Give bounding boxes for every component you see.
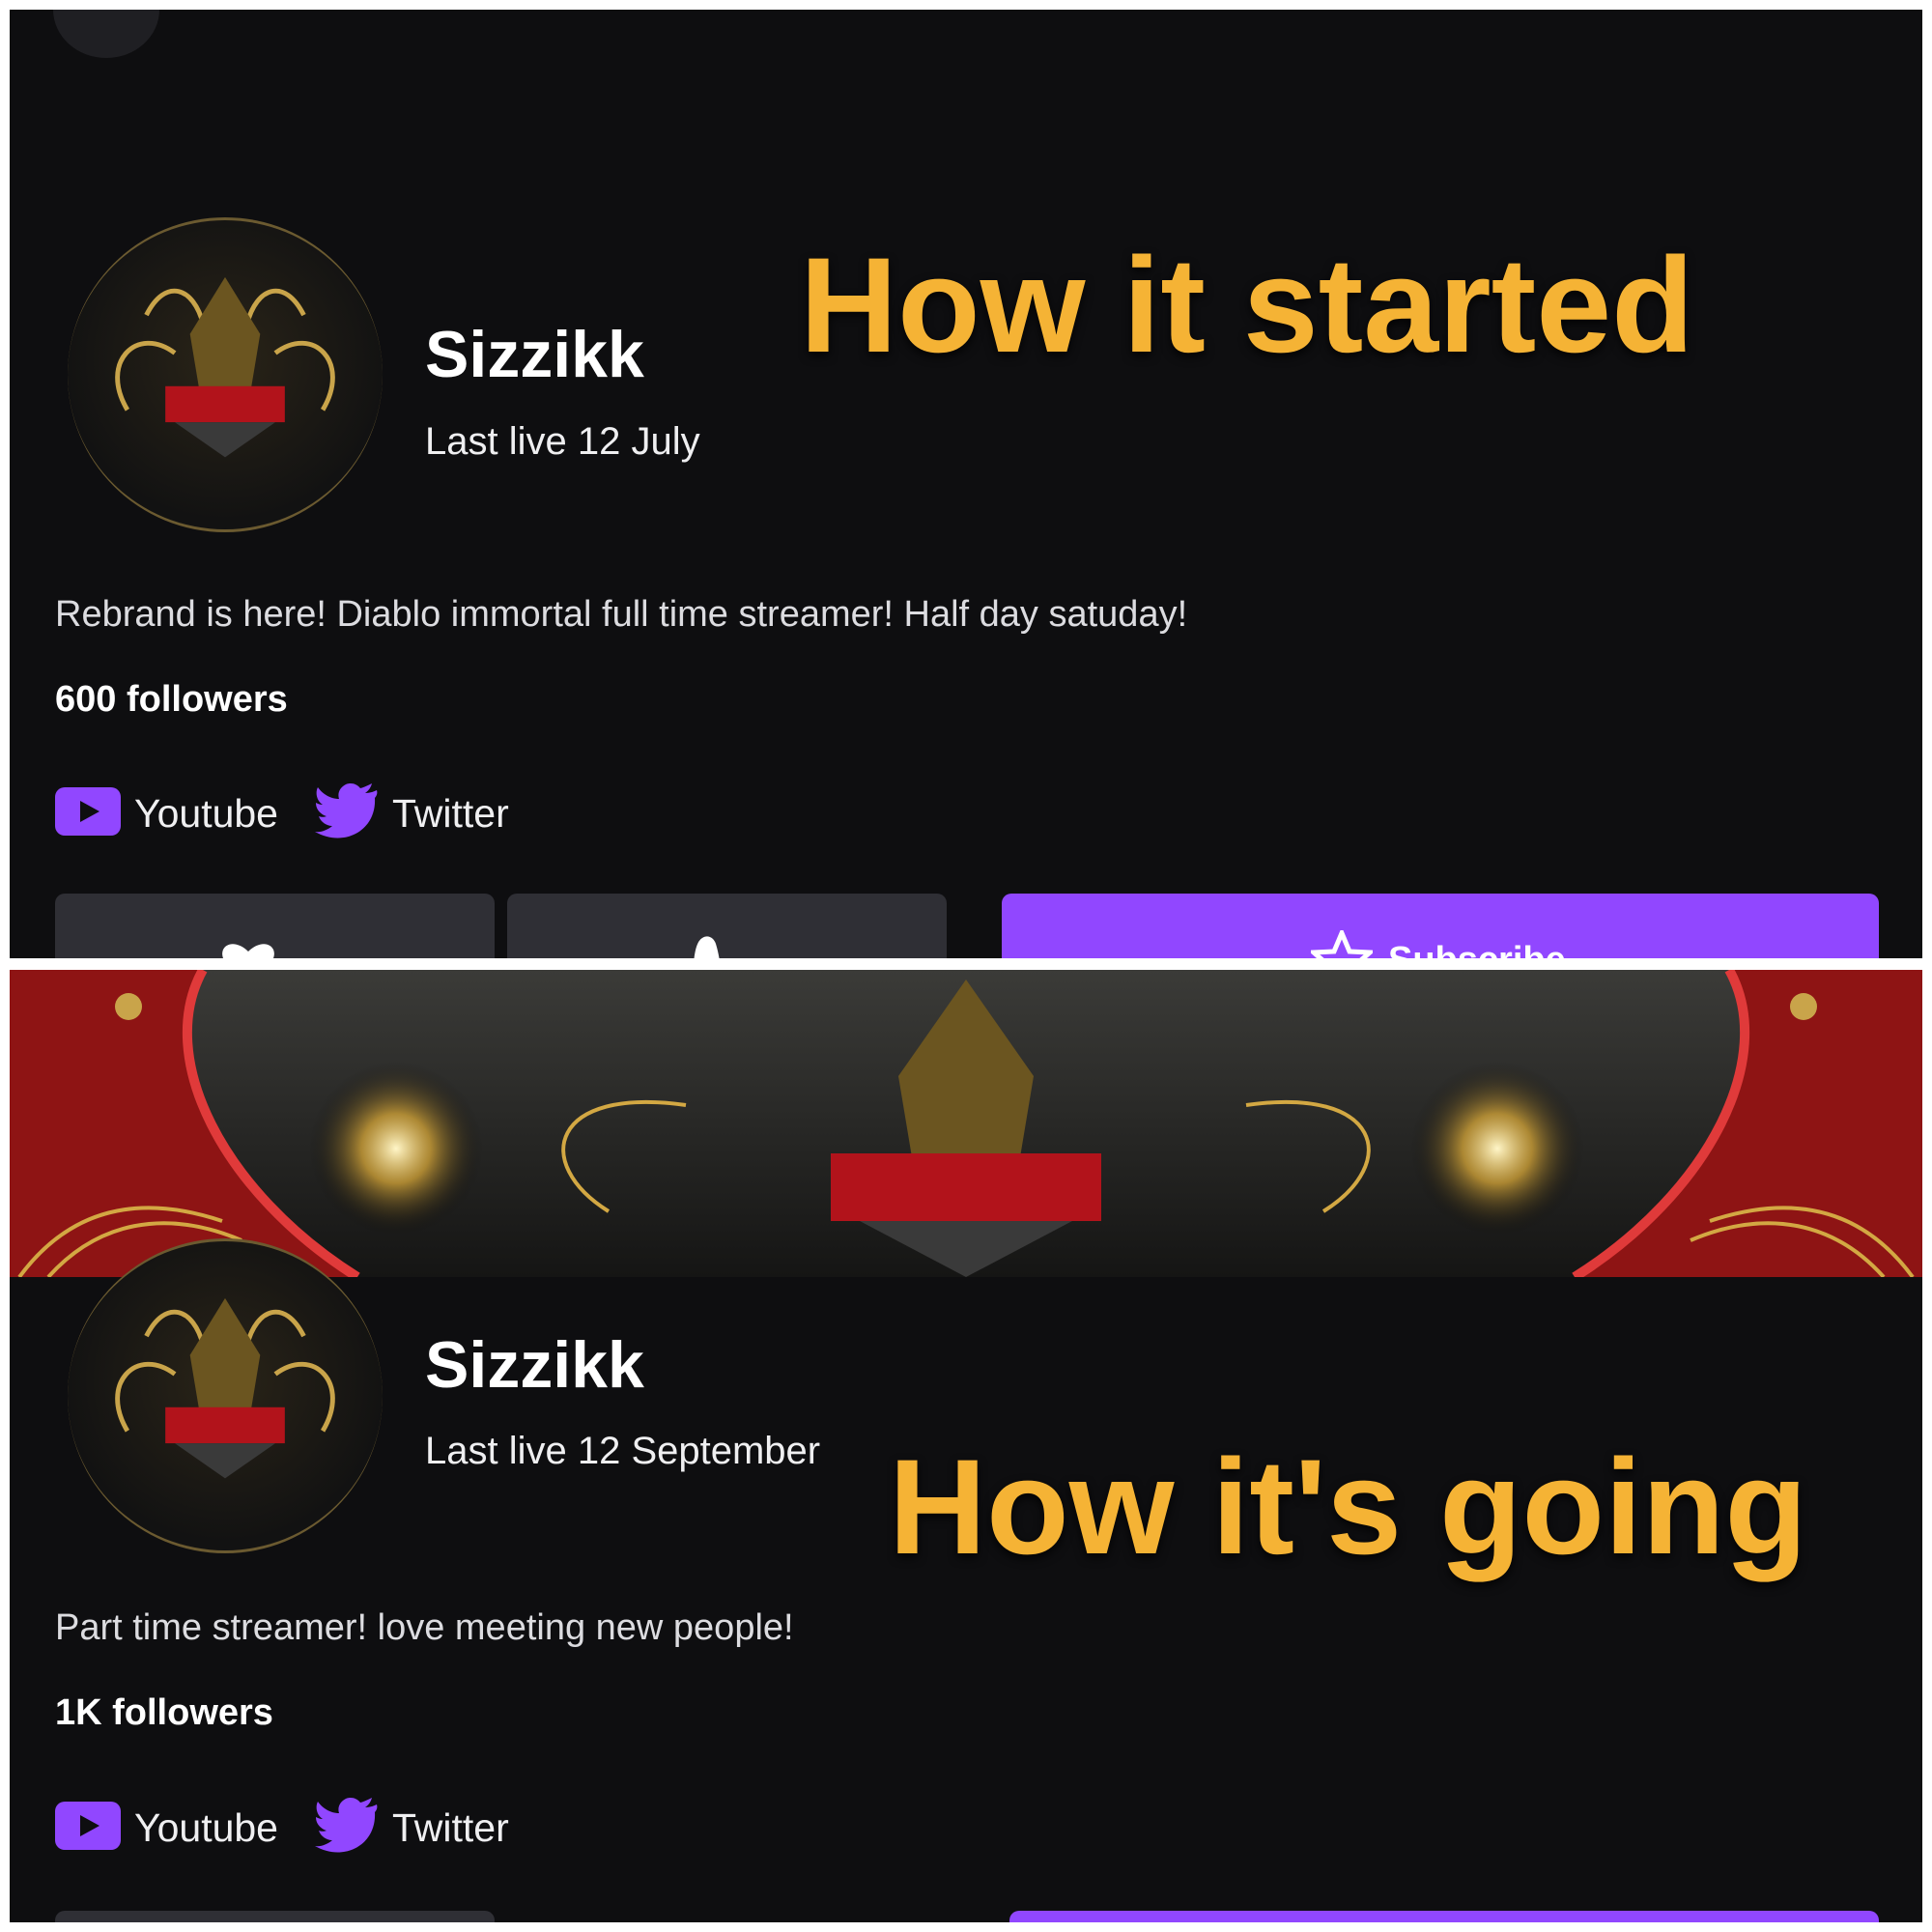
twitter-link[interactable]: Twitter [392,1805,509,1851]
last-live-text: Last live 12 September [425,1430,821,1472]
star-icon [1311,930,1373,958]
youtube-link[interactable]: Youtube [134,791,278,837]
caption-how-it-started: How it started [800,229,1694,381]
heart-icon [222,944,274,958]
twitter-icon[interactable] [315,782,379,845]
profile-panel-before: Sizzikk Last live 12 July How it started… [10,10,1922,958]
follower-count: 1K followers [55,1692,273,1733]
subscribe-button[interactable]: Subscribe [1002,894,1879,958]
avatar[interactable] [68,217,383,532]
youtube-link[interactable]: Youtube [134,1805,278,1851]
youtube-icon[interactable] [55,787,121,840]
follower-count: 600 followers [55,679,288,720]
subscribe-label: Subscribe [1388,940,1566,958]
social-links: Youtube Twitter [55,1797,546,1860]
bell-icon [694,936,720,958]
channel-name: Sizzikk [425,1328,644,1402]
channel-logo-icon [115,276,335,458]
twitter-link[interactable]: Twitter [392,791,509,837]
channel-name: Sizzikk [425,318,644,391]
profile-panel-after: Sizzikk Last live 12 September How it's … [10,970,1922,1922]
channel-bio: Rebrand is here! Diablo immortal full ti… [55,594,1188,635]
back-button[interactable] [53,10,159,58]
last-live-text: Last live 12 July [425,420,700,463]
avatar[interactable] [68,1238,383,1553]
notifications-button[interactable] [507,894,947,958]
caption-how-its-going: How it's going [889,1431,1807,1582]
channel-logo-icon [115,1297,335,1479]
youtube-icon[interactable] [55,1802,121,1855]
channel-bio: Part time streamer! love meeting new peo… [55,1607,794,1648]
twitter-icon[interactable] [315,1797,379,1860]
follow-button[interactable] [55,894,495,958]
channel-banner [10,970,1922,1277]
follow-button[interactable] [55,1911,495,1922]
banner-artwork-icon [10,970,1922,1277]
social-links: Youtube Twitter [55,782,546,845]
subscribe-button[interactable] [1009,1911,1879,1922]
